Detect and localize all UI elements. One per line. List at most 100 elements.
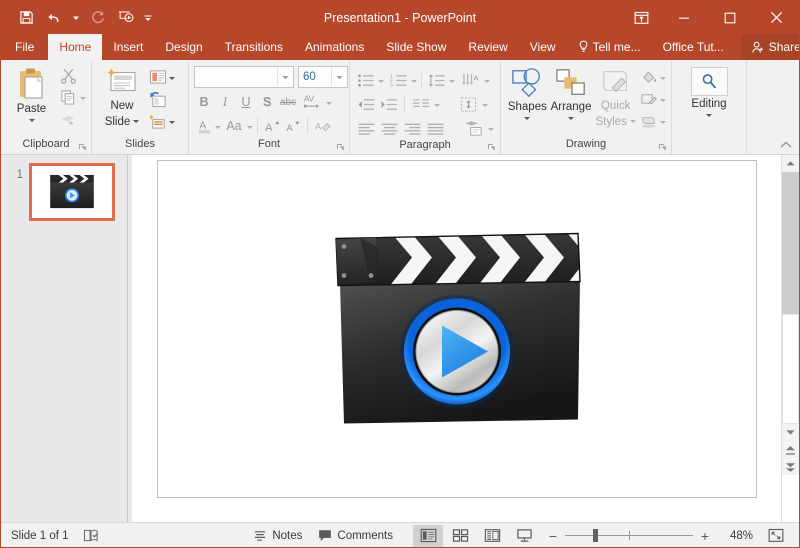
align-right-button[interactable] (401, 118, 423, 138)
shape-outline-button[interactable] (638, 88, 660, 110)
tab-home[interactable]: Home (48, 34, 102, 60)
increase-font-size-button[interactable]: A (262, 116, 282, 136)
zoom-out-button[interactable]: − (547, 528, 559, 544)
font-color-dropdown-icon[interactable] (215, 126, 221, 129)
redo-icon[interactable] (85, 6, 111, 30)
zoom-handle[interactable] (593, 529, 598, 542)
undo-dropdown-icon[interactable] (69, 6, 83, 30)
font-name-box[interactable] (194, 66, 294, 88)
tab-review[interactable]: Review (457, 34, 518, 60)
undo-icon[interactable] (41, 6, 67, 30)
decrease-indent-button[interactable] (355, 94, 377, 114)
reset-button[interactable] (147, 88, 169, 110)
layout-dropdown-icon[interactable] (169, 77, 175, 80)
minimize-icon[interactable] (661, 1, 707, 34)
change-case-dropdown-icon[interactable] (247, 126, 253, 129)
tab-insert[interactable]: Insert (102, 34, 154, 60)
tab-design[interactable]: Design (154, 34, 213, 60)
tab-transitions[interactable]: Transitions (214, 34, 294, 60)
zoom-percentage[interactable]: 48% (719, 530, 753, 542)
convert-to-smartart-dropdown-icon[interactable] (488, 128, 494, 131)
align-left-button[interactable] (355, 118, 377, 138)
reading-view-button[interactable] (477, 525, 507, 547)
decrease-font-size-button[interactable]: A (283, 116, 303, 136)
shape-fill-button[interactable] (638, 66, 660, 88)
shapes-button[interactable]: Shapes (506, 64, 549, 120)
editing-dropdown-icon[interactable] (706, 114, 712, 117)
zoom-slider[interactable]: − + (547, 528, 711, 544)
character-spacing-dropdown-icon[interactable] (326, 102, 332, 105)
tab-view[interactable]: View (519, 34, 567, 60)
change-case-button[interactable]: Aa (222, 116, 246, 136)
scroll-up-button[interactable] (782, 155, 799, 172)
font-size-box[interactable]: 60 (298, 66, 348, 88)
clipboard-dialog-launcher-icon[interactable] (78, 143, 87, 152)
accessibility-checker-icon[interactable] (83, 528, 100, 543)
ribbon-display-options-icon[interactable] (621, 1, 661, 34)
restore-icon[interactable] (707, 1, 753, 34)
font-color-button[interactable]: A (194, 116, 214, 136)
scrollbar-thumb[interactable] (782, 172, 799, 314)
normal-view-button[interactable] (413, 525, 443, 547)
slide-editing-pane[interactable] (132, 155, 781, 522)
line-spacing-dropdown-icon[interactable] (449, 80, 455, 83)
copy-button[interactable] (57, 86, 79, 108)
zoom-in-button[interactable]: + (699, 528, 711, 544)
font-size-value[interactable]: 60 (299, 71, 331, 83)
shape-fill-dropdown-icon[interactable] (660, 77, 666, 80)
italic-button[interactable]: I (215, 92, 235, 112)
align-center-button[interactable] (378, 118, 400, 138)
paste-dropdown-icon[interactable] (29, 119, 35, 122)
convert-to-smartart-button[interactable] (461, 118, 487, 138)
shapes-dropdown-icon[interactable] (524, 117, 530, 120)
fit-to-window-button[interactable] (761, 525, 791, 547)
paragraph-dialog-launcher-icon[interactable] (487, 143, 496, 152)
font-size-dropdown-icon[interactable] (331, 68, 347, 86)
align-text-button[interactable] (457, 94, 481, 114)
drawing-dialog-launcher-icon[interactable] (658, 143, 667, 152)
tab-slide-show[interactable]: Slide Show (375, 34, 457, 60)
scrollbar-track[interactable] (782, 314, 799, 424)
slide-thumbnail-1[interactable] (29, 163, 115, 221)
columns-button[interactable] (409, 94, 433, 114)
shape-effects-button[interactable] (638, 110, 660, 132)
underline-button[interactable]: U (236, 92, 256, 112)
section-dropdown-icon[interactable] (169, 121, 175, 124)
quick-styles-button[interactable]: Quick Styles (593, 64, 638, 129)
tab-animations[interactable]: Animations (294, 34, 375, 60)
previous-slide-button[interactable] (782, 441, 799, 458)
bullets-button[interactable] (355, 70, 377, 90)
arrange-dropdown-icon[interactable] (568, 117, 574, 120)
quick-styles-dropdown-icon[interactable] (630, 120, 636, 123)
new-slide-button[interactable]: New Slide (97, 64, 147, 129)
increase-indent-button[interactable] (378, 94, 400, 114)
slide-canvas[interactable] (157, 160, 757, 498)
section-button[interactable] (147, 110, 169, 132)
clear-all-formatting-button[interactable]: A (312, 116, 332, 136)
close-icon[interactable] (753, 1, 799, 34)
slide-thumbnail-pane[interactable]: 1 (1, 155, 127, 522)
start-from-beginning-icon[interactable] (113, 6, 139, 30)
save-icon[interactable] (13, 6, 39, 30)
comments-button[interactable]: Comments (318, 529, 393, 542)
numbering-button[interactable]: 123 (388, 70, 410, 90)
collapse-ribbon-icon[interactable] (779, 138, 793, 152)
notes-button[interactable]: Notes (253, 529, 302, 543)
line-spacing-button[interactable] (426, 70, 448, 90)
text-direction-button[interactable]: A (459, 70, 483, 90)
layout-button[interactable] (147, 66, 169, 88)
share-button[interactable]: Share (741, 34, 800, 60)
copy-dropdown-icon[interactable] (80, 97, 86, 100)
tab-file[interactable]: File (1, 34, 48, 60)
justify-button[interactable] (424, 118, 446, 138)
clapperboard-image[interactable] (330, 231, 584, 426)
tell-me-box[interactable]: Tell me... (567, 34, 652, 60)
customize-quick-access-toolbar-icon[interactable] (141, 6, 155, 30)
strikethrough-button[interactable]: abc (278, 92, 298, 112)
thumbnail-list-item[interactable]: 1 (1, 155, 127, 221)
bold-button[interactable]: B (194, 92, 214, 112)
slide-sorter-view-button[interactable] (445, 525, 475, 547)
format-painter-button[interactable] (57, 108, 79, 130)
vertical-scrollbar[interactable] (781, 155, 799, 522)
font-dialog-launcher-icon[interactable] (336, 143, 345, 152)
